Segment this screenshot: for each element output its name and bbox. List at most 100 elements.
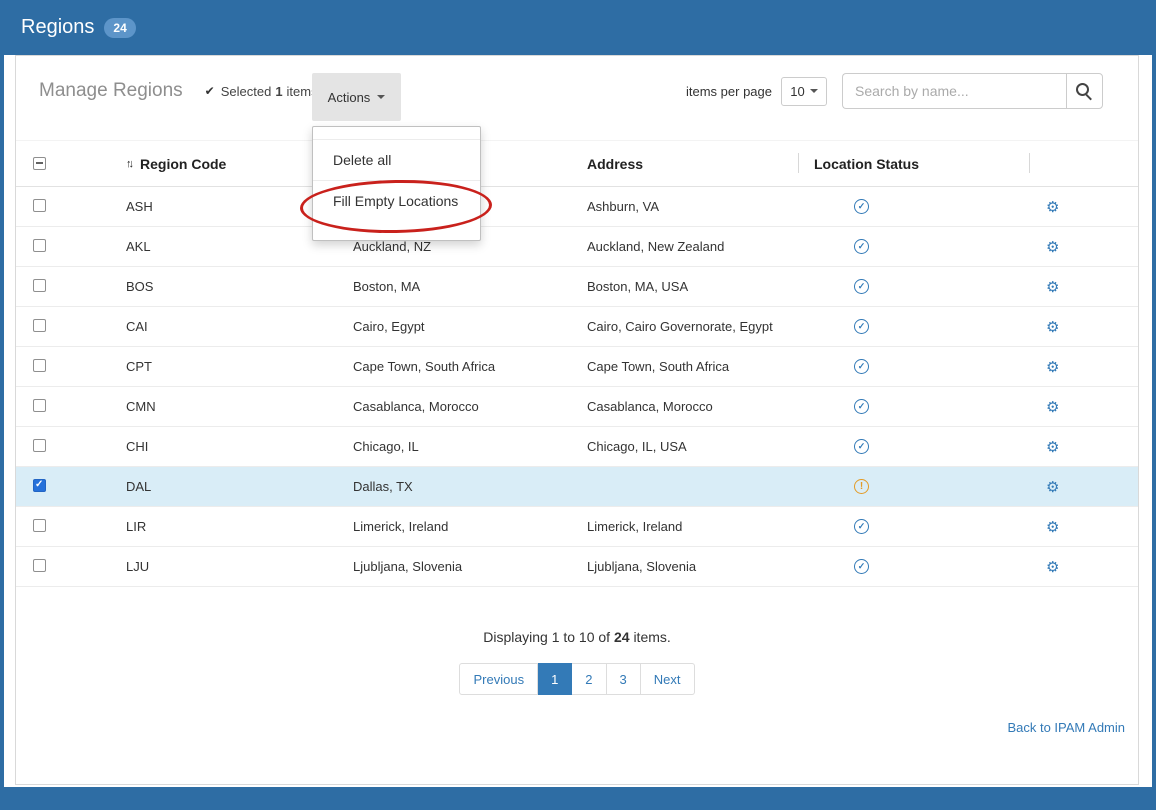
row-actions-cell [1029, 478, 1138, 496]
name-cell: Cairo, Egypt [337, 319, 571, 334]
status-ok-icon [854, 559, 869, 574]
row-actions-cell [1029, 438, 1138, 456]
row-checkbox[interactable] [33, 279, 46, 292]
row-checkbox-cell [16, 439, 110, 455]
page-size-value: 10 [790, 84, 804, 99]
select-all-cell [16, 141, 110, 186]
name-cell: Casablanca, Morocco [337, 399, 571, 414]
status-ok-icon [854, 279, 869, 294]
row-checkbox[interactable] [33, 399, 46, 412]
table-row: CAICairo, EgyptCairo, Cairo Governorate,… [16, 307, 1138, 347]
row-settings-gear-icon[interactable] [1046, 519, 1059, 536]
search-icon [1076, 83, 1089, 96]
row-checkbox-cell [16, 199, 110, 215]
pagination-page-2[interactable]: 2 [572, 663, 606, 695]
regions-table: ↑↓ Region Code Address Location Status A… [16, 140, 1138, 587]
address-cell: Ljubljana, Slovenia [571, 559, 798, 574]
toolbar: Manage Regions ✔ Selected 1 items Action… [16, 56, 1138, 126]
back-to-ipam-admin-link[interactable]: Back to IPAM Admin [1007, 720, 1125, 735]
row-checkbox[interactable] [33, 439, 46, 452]
menu-item-delete-all[interactable]: Delete all [313, 139, 480, 180]
table-body: ASH Ashburn, VA AKLAuckland, NZAuckland, N… [16, 187, 1138, 587]
row-actions-cell [1029, 518, 1138, 536]
region-code-cell: AKL [110, 239, 337, 254]
address-cell: Cape Town, South Africa [571, 359, 798, 374]
address-cell: Auckland, New Zealand [571, 239, 798, 254]
column-header-region-code[interactable]: ↑↓ Region Code [110, 141, 337, 186]
page-size-select[interactable]: 10 [781, 77, 827, 106]
name-cell: Chicago, IL [337, 439, 571, 454]
search-button[interactable] [1066, 73, 1103, 109]
chevron-down-icon [377, 95, 385, 99]
table-row: CMNCasablanca, MoroccoCasablanca, Morocc… [16, 387, 1138, 427]
items-per-page-label: items per page [686, 84, 772, 99]
row-settings-gear-icon[interactable] [1046, 319, 1059, 336]
row-settings-gear-icon[interactable] [1046, 479, 1059, 496]
row-settings-gear-icon[interactable] [1046, 559, 1059, 576]
table-row: BOSBoston, MABoston, MA, USA [16, 267, 1138, 307]
pagination-next[interactable]: Next [641, 663, 695, 695]
table-row: DALDallas, TX [16, 467, 1138, 507]
status-ok-icon [854, 439, 869, 454]
status-ok-icon [854, 199, 869, 214]
pagination-previous[interactable]: Previous [459, 663, 538, 695]
table-row: LJULjubljana, SloveniaLjubljana, Sloveni… [16, 547, 1138, 587]
table-row: AKLAuckland, NZAuckland, New Zealand [16, 227, 1138, 267]
actions-button[interactable]: Actions [312, 73, 401, 121]
row-checkbox[interactable] [33, 519, 46, 532]
address-cell: Ashburn, VA [571, 199, 798, 214]
row-actions-cell [1029, 358, 1138, 376]
table-row: CHIChicago, ILChicago, IL, USA [16, 427, 1138, 467]
row-checkbox[interactable] [33, 359, 46, 372]
row-settings-gear-icon[interactable] [1046, 359, 1059, 376]
address-cell: Cairo, Cairo Governorate, Egypt [571, 319, 798, 334]
location-status-header-label: Location Status [814, 156, 919, 172]
column-header-address: Address [571, 141, 798, 186]
row-settings-gear-icon[interactable] [1046, 279, 1059, 296]
name-cell: Limerick, Ireland [337, 519, 571, 534]
menu-item-fill-empty-locations[interactable]: Fill Empty Locations [313, 180, 480, 221]
row-checkbox[interactable] [33, 559, 46, 572]
row-checkbox-cell [16, 399, 110, 415]
search-input[interactable] [842, 73, 1066, 109]
select-all-checkbox[interactable] [33, 157, 46, 170]
selected-count: 1 [275, 84, 282, 99]
name-cell: Cape Town, South Africa [337, 359, 571, 374]
row-actions-cell [1029, 278, 1138, 296]
row-checkbox[interactable] [33, 199, 46, 212]
row-checkbox-cell [16, 239, 110, 255]
count-badge: 24 [104, 18, 135, 38]
pagination-page-3[interactable]: 3 [607, 663, 641, 695]
displaying-text: Displaying 1 to 10 of 24 items. [16, 629, 1138, 645]
region-code-cell: CPT [110, 359, 337, 374]
sort-icon: ↑↓ [126, 158, 131, 170]
total-items-count: 24 [614, 629, 630, 645]
status-ok-icon [854, 319, 869, 334]
region-code-cell: ASH [110, 199, 337, 214]
table-row: CPTCape Town, South AfricaCape Town, Sou… [16, 347, 1138, 387]
row-settings-gear-icon[interactable] [1046, 399, 1059, 416]
row-actions-cell [1029, 558, 1138, 576]
row-settings-gear-icon[interactable] [1046, 439, 1059, 456]
name-cell: Boston, MA [337, 279, 571, 294]
row-settings-gear-icon[interactable] [1046, 239, 1059, 256]
back-link-row: Back to IPAM Admin [16, 719, 1138, 737]
status-warning-icon [854, 479, 869, 494]
region-code-cell: LIR [110, 519, 337, 534]
row-actions-cell [1029, 398, 1138, 416]
address-cell: Casablanca, Morocco [571, 399, 798, 414]
region-code-cell: LJU [110, 559, 337, 574]
row-checkbox[interactable] [33, 239, 46, 252]
status-ok-icon [854, 399, 869, 414]
address-cell: Chicago, IL, USA [571, 439, 798, 454]
page: Regions 24 Manage Regions ✔ Selected 1 i… [0, 0, 1156, 810]
region-code-cell: CHI [110, 439, 337, 454]
select-caret-icon [810, 89, 818, 93]
pagination-page-1[interactable]: 1 [538, 663, 572, 695]
address-cell: Boston, MA, USA [571, 279, 798, 294]
displaying-prefix: Displaying 1 to 10 of [483, 629, 610, 645]
row-checkbox-cell [16, 479, 110, 495]
row-checkbox[interactable] [33, 479, 46, 492]
row-checkbox[interactable] [33, 319, 46, 332]
row-settings-gear-icon[interactable] [1046, 199, 1059, 216]
